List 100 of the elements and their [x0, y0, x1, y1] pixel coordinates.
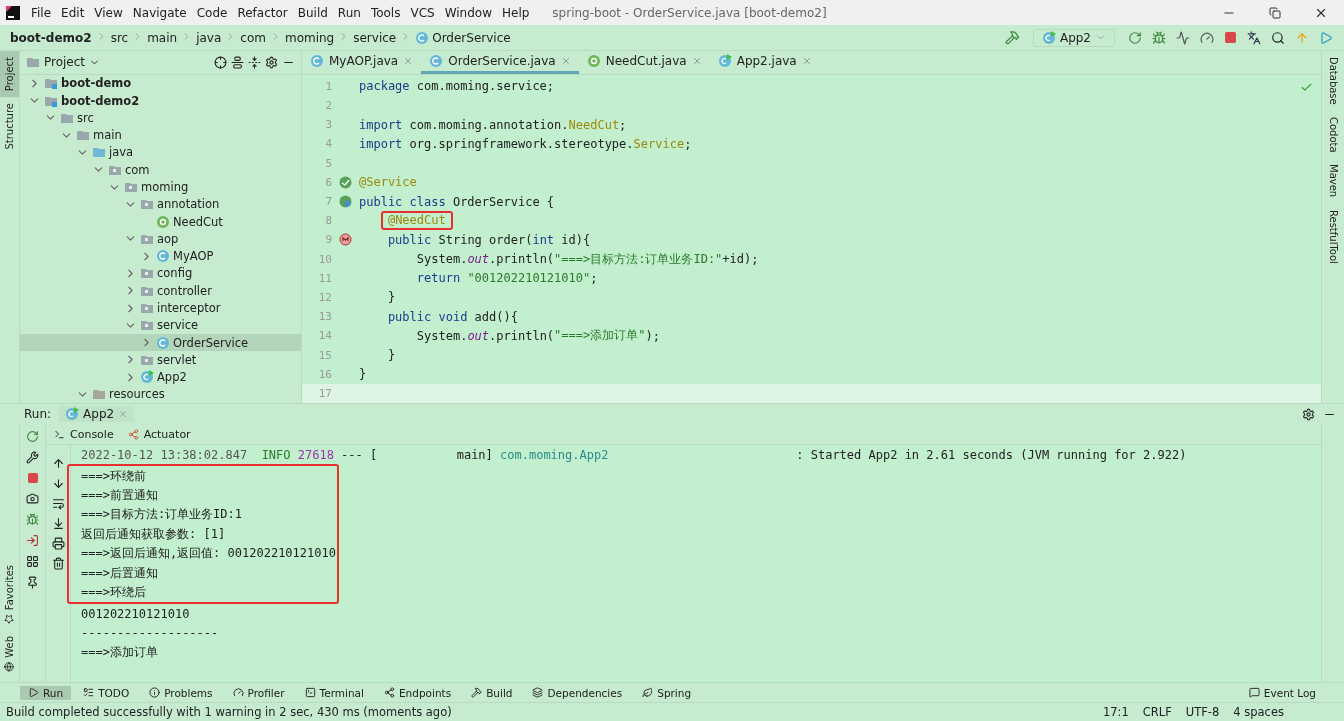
translate-icon[interactable]	[1247, 30, 1261, 45]
tree-item[interactable]: java	[20, 143, 301, 162]
menu-item[interactable]: Build	[292, 5, 333, 20]
breadcrumb[interactable]: boot-demo2	[10, 30, 92, 45]
breadcrumb[interactable]: moming	[284, 30, 335, 45]
tool-tab[interactable]: Terminal	[296, 685, 372, 700]
tool-tab[interactable]: Endpoints	[375, 685, 460, 700]
status-item[interactable]: CRLF	[1142, 705, 1172, 719]
editor-tab[interactable]: App2.java	[709, 51, 820, 74]
editor-tab[interactable]: MyAOP.java	[302, 51, 422, 74]
folder-icon	[140, 266, 154, 281]
menu-item[interactable]: Run	[332, 5, 366, 20]
pin-icon[interactable]	[26, 576, 39, 589]
menu-item[interactable]: Refactor	[232, 5, 293, 20]
rerun-icon[interactable]	[1128, 30, 1142, 45]
tree-item[interactable]: MyAOP	[20, 247, 301, 265]
stop-icon[interactable]	[1224, 31, 1237, 44]
editor-tab[interactable]: NeedCut.java	[578, 51, 710, 74]
menu-item[interactable]: Tools	[365, 5, 406, 20]
search-icon[interactable]	[1271, 30, 1285, 45]
menu-item[interactable]: View	[89, 5, 128, 20]
breadcrumb[interactable]: OrderService	[415, 30, 511, 45]
menu-item[interactable]: File	[26, 5, 57, 20]
restore-icon[interactable]	[1269, 6, 1281, 19]
menu-item[interactable]: Window	[439, 5, 497, 20]
bean-icon[interactable]	[339, 175, 352, 189]
locate-icon[interactable]	[214, 55, 227, 69]
bug-icon[interactable]	[26, 513, 39, 526]
tool-tab[interactable]: Build	[463, 685, 521, 700]
expand-icon[interactable]	[231, 55, 244, 69]
breadcrumb[interactable]: service	[353, 30, 397, 45]
menu-item[interactable]: Navigate	[127, 5, 192, 20]
hammer-icon[interactable]	[1004, 30, 1020, 45]
tool-window-button[interactable]: Web	[0, 630, 19, 678]
breadcrumb[interactable]: com	[240, 30, 266, 45]
status-item[interactable]: UTF-8	[1185, 705, 1220, 719]
tool-window-button[interactable]: Database	[1323, 51, 1343, 111]
menu-item[interactable]: Edit	[56, 5, 90, 20]
tree-item[interactable]: servlet	[20, 351, 301, 369]
tree-item[interactable]: aop	[20, 230, 301, 248]
tool-window-button[interactable]: Project	[0, 51, 19, 98]
app-tab[interactable]: App2	[59, 406, 135, 422]
status-item[interactable]: 4 spaces	[1233, 705, 1284, 719]
status-item[interactable]: 17:1	[1102, 705, 1129, 719]
scroll-to-end-icon[interactable]	[51, 517, 65, 530]
arrow-up-icon[interactable]	[51, 457, 65, 470]
camera-icon[interactable]	[26, 492, 39, 505]
layout-icon[interactable]	[26, 555, 39, 568]
menu-item[interactable]: VCS	[405, 5, 440, 20]
tool-window-button[interactable]: RestfulTool	[1323, 203, 1343, 270]
tool-tab[interactable]: Profiler	[224, 685, 293, 700]
panel-title[interactable]: Project	[44, 55, 86, 70]
soft-wrap-icon[interactable]	[51, 497, 65, 510]
settings-icon[interactable]	[265, 55, 278, 69]
bug-icon[interactable]	[1152, 30, 1166, 45]
tree-item[interactable]: controller	[20, 282, 301, 300]
menu-item[interactable]: Code	[191, 5, 233, 20]
tree-item[interactable]: config	[20, 264, 301, 283]
tool-tab[interactable]: Dependencies	[524, 685, 631, 700]
tree-item[interactable]: service	[20, 316, 301, 334]
console-tab[interactable]: Console	[54, 427, 114, 441]
tree-item[interactable]: annotation	[20, 195, 301, 213]
print-icon[interactable]	[51, 537, 65, 550]
trash-icon[interactable]	[51, 557, 65, 570]
tree-item[interactable]: interceptor	[20, 299, 301, 317]
tool-window-button[interactable]: Favorites	[0, 559, 19, 631]
tool-tab[interactable]: TODO	[75, 685, 138, 700]
tree-item[interactable]: resources	[20, 385, 301, 404]
exit-icon[interactable]	[26, 534, 39, 547]
event-log-button[interactable]: Event Log	[1240, 685, 1324, 700]
tree-item[interactable]: com	[20, 161, 301, 179]
tree-item[interactable]: NeedCut	[20, 212, 301, 231]
rerun-icon[interactable]	[26, 430, 39, 443]
breadcrumb[interactable]: src	[110, 30, 129, 45]
method-icon[interactable]	[339, 233, 352, 247]
console-tab[interactable]: Actuator	[127, 427, 191, 441]
line-number: 4	[324, 137, 332, 151]
menu-item[interactable]: Help	[497, 5, 535, 20]
tool-tab[interactable]: Run	[20, 685, 72, 700]
tool-window-button[interactable]: Codota	[1323, 110, 1343, 159]
tree-item[interactable]: App2	[20, 368, 301, 386]
run-config-dropdown[interactable]: App2	[1032, 28, 1115, 47]
tree-item[interactable]: OrderService	[20, 333, 301, 352]
tool-tab[interactable]: Spring	[634, 685, 700, 700]
tree-item[interactable]: src	[20, 109, 301, 127]
arrow-down-icon[interactable]	[51, 477, 65, 490]
tree-item[interactable]: boot-demo	[20, 74, 301, 92]
tree-item[interactable]: main	[20, 126, 301, 144]
collapse-icon[interactable]	[248, 55, 261, 69]
breadcrumb[interactable]: java	[196, 30, 222, 45]
tree-item[interactable]: moming	[20, 178, 301, 196]
breadcrumb[interactable]: main	[147, 30, 178, 45]
stop-icon[interactable]	[26, 472, 39, 484]
tool-window-button[interactable]: Maven	[1323, 158, 1343, 204]
wrench-icon[interactable]	[26, 451, 39, 464]
settings-icon[interactable]	[1302, 407, 1315, 421]
tool-tab[interactable]: Problems	[141, 685, 221, 700]
spring-icon[interactable]	[339, 195, 352, 209]
tree-item[interactable]: boot-demo2	[20, 92, 301, 110]
tool-window-button[interactable]: Structure	[0, 97, 19, 156]
